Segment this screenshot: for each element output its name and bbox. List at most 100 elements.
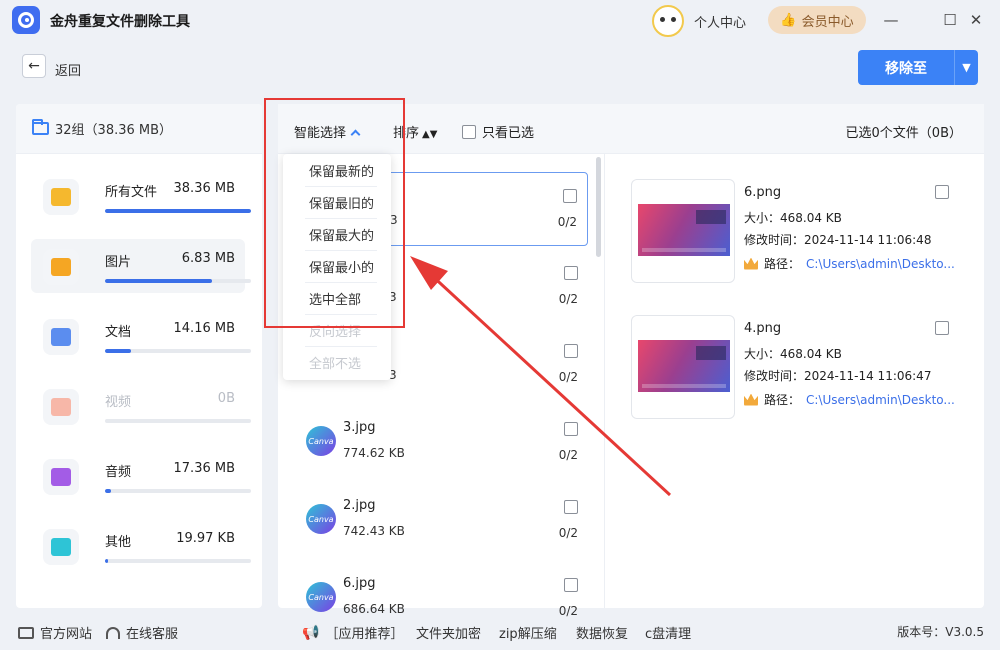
detail-modified-time: 修改时间：2024-11-14 11:06:47 xyxy=(744,369,932,383)
close-icon[interactable]: ✕ xyxy=(964,8,988,32)
row-checkbox[interactable] xyxy=(563,189,577,203)
detail-file-name: 6.png xyxy=(744,185,782,200)
category-size: 19.97 KB xyxy=(176,531,235,546)
category-size: 0B xyxy=(217,391,235,406)
document-icon xyxy=(43,319,79,355)
annotation-highlight-box xyxy=(264,98,405,328)
file-name: 3.jpg xyxy=(343,420,376,435)
folder-encrypt-link[interactable]: 文件夹加密 xyxy=(416,623,481,642)
row-checkbox[interactable] xyxy=(564,422,578,436)
row-count: 0/2 xyxy=(558,448,578,462)
category-name: 文档 xyxy=(105,325,132,340)
version-label: 版本号：V3.0.5 xyxy=(897,625,984,639)
only-checked-toggle[interactable]: 只看已选 xyxy=(462,122,534,141)
user-avatar[interactable] xyxy=(652,5,684,37)
file-size: 742.43 KB xyxy=(343,524,405,538)
other-icon xyxy=(43,529,79,565)
folder-icon xyxy=(32,119,49,135)
official-website-label: 官方网站 xyxy=(40,627,93,642)
headset-icon xyxy=(106,626,120,639)
data-recovery-link[interactable]: 数据恢复 xyxy=(576,623,628,642)
category-name: 音频 xyxy=(105,465,132,480)
speaker-icon: 📢 xyxy=(302,624,320,641)
zip-link[interactable]: zip解压缩 xyxy=(499,623,557,642)
category-item[interactable]: 文档 14.16 MB xyxy=(31,309,251,363)
file-name: 2.jpg xyxy=(343,498,376,513)
canva-file-icon: Canva xyxy=(306,504,336,534)
vip-center-button[interactable]: 👍 会员中心 xyxy=(768,6,866,34)
category-item[interactable]: 音频 17.36 MB xyxy=(31,449,251,503)
user-center-link[interactable]: 个人中心 xyxy=(694,12,746,31)
sort-icon: ▲▼ xyxy=(422,129,438,140)
app-title: 金舟重复文件删除工具 xyxy=(50,14,190,30)
folder-icon xyxy=(43,179,79,215)
path-label: 路径： xyxy=(764,393,801,407)
row-checkbox[interactable] xyxy=(564,344,578,358)
category-size: 38.36 MB xyxy=(173,181,235,196)
group-summary: 32组（38.36 MB） xyxy=(16,104,262,154)
file-name: 6.jpg xyxy=(343,576,376,591)
online-support-link[interactable]: 在线客服 xyxy=(106,623,178,642)
file-path-link[interactable]: C:\Users\admin\Deskto... xyxy=(806,393,955,407)
back-label[interactable]: 返回 xyxy=(55,60,81,79)
remove-to-label[interactable]: 移除至 xyxy=(858,50,954,85)
crown-icon xyxy=(744,257,758,270)
crown-icon xyxy=(744,393,758,406)
file-group-row[interactable]: Canva 2.jpg 742.43 KB 0/2 xyxy=(286,484,588,558)
app-logo-icon xyxy=(12,6,40,34)
arrow-left-icon: ← xyxy=(28,58,40,74)
app-recommend-label: ［应用推荐］ xyxy=(325,627,404,642)
detail-file-size: 大小：468.04 KB xyxy=(744,211,842,225)
footer: 官方网站 在线客服 📢 ［应用推荐］ 文件夹加密 zip解压缩 数据恢复 c盘清… xyxy=(0,614,1000,650)
detail-modified-time: 修改时间：2024-11-14 11:06:48 xyxy=(744,233,932,247)
category-item[interactable]: 所有文件 38.36 MB xyxy=(31,169,251,223)
minimize-icon[interactable]: — xyxy=(879,8,903,32)
dropdown-option: 全部不选 xyxy=(309,356,362,372)
remove-to-button[interactable]: 移除至 ▼ xyxy=(858,50,978,85)
detail-file-name: 4.png xyxy=(744,321,782,336)
category-progress xyxy=(105,349,251,353)
app-recommend: 📢 ［应用推荐］ xyxy=(302,623,404,643)
official-website-link[interactable]: 官方网站 xyxy=(18,623,92,642)
list-scrollbar[interactable] xyxy=(596,157,601,257)
category-item[interactable]: 图片 6.83 MB xyxy=(31,239,251,293)
selected-info: 已选0个文件（0B） xyxy=(845,126,962,141)
category-progress xyxy=(105,419,251,423)
file-path-link[interactable]: C:\Users\admin\Deskto... xyxy=(806,257,955,271)
vip-center-label: 会员中心 xyxy=(801,14,854,30)
file-checkbox[interactable] xyxy=(935,321,949,335)
duplicate-file-card[interactable]: 4.png 大小：468.04 KB 修改时间：2024-11-14 11:06:4… xyxy=(631,315,971,420)
music-icon xyxy=(43,459,79,495)
category-item[interactable]: 视频 0B xyxy=(31,379,251,433)
file-thumbnail[interactable] xyxy=(631,179,735,283)
category-item[interactable]: 其他 19.97 KB xyxy=(31,519,251,573)
video-icon xyxy=(43,389,79,425)
category-progress xyxy=(105,559,251,563)
online-support-label: 在线客服 xyxy=(126,627,179,642)
category-name: 图片 xyxy=(105,255,132,270)
monitor-icon xyxy=(18,626,34,639)
file-checkbox[interactable] xyxy=(935,185,949,199)
category-progress xyxy=(105,209,251,213)
detail-file-size: 大小：468.04 KB xyxy=(744,347,842,361)
chevron-down-icon[interactable]: ▼ xyxy=(954,50,978,85)
maximize-icon[interactable]: ☐ xyxy=(938,8,962,32)
only-checked-checkbox[interactable] xyxy=(462,124,476,139)
file-thumbnail[interactable] xyxy=(631,315,735,419)
category-progress xyxy=(105,279,251,283)
file-size: 774.62 KB xyxy=(343,446,405,460)
c-drive-clean-link[interactable]: c盘清理 xyxy=(645,623,691,642)
row-checkbox[interactable] xyxy=(564,266,578,280)
title-bar: 金舟重复文件删除工具 个人中心 👍 会员中心 — ☐ ✕ xyxy=(0,0,1000,40)
canva-file-icon: Canva xyxy=(306,582,336,612)
row-count: 0/2 xyxy=(558,526,578,540)
row-checkbox[interactable] xyxy=(564,500,578,514)
row-checkbox[interactable] xyxy=(564,578,578,592)
back-button[interactable]: ← xyxy=(22,54,46,78)
file-group-row[interactable]: Canva 3.jpg 774.62 KB 0/2 xyxy=(286,406,588,480)
category-name: 所有文件 xyxy=(105,185,158,200)
duplicate-file-card[interactable]: 6.png 大小：468.04 KB 修改时间：2024-11-14 11:06:4… xyxy=(631,179,971,284)
category-size: 6.83 MB xyxy=(181,251,235,266)
category-name: 视频 xyxy=(105,395,132,410)
category-size: 14.16 MB xyxy=(173,321,235,336)
